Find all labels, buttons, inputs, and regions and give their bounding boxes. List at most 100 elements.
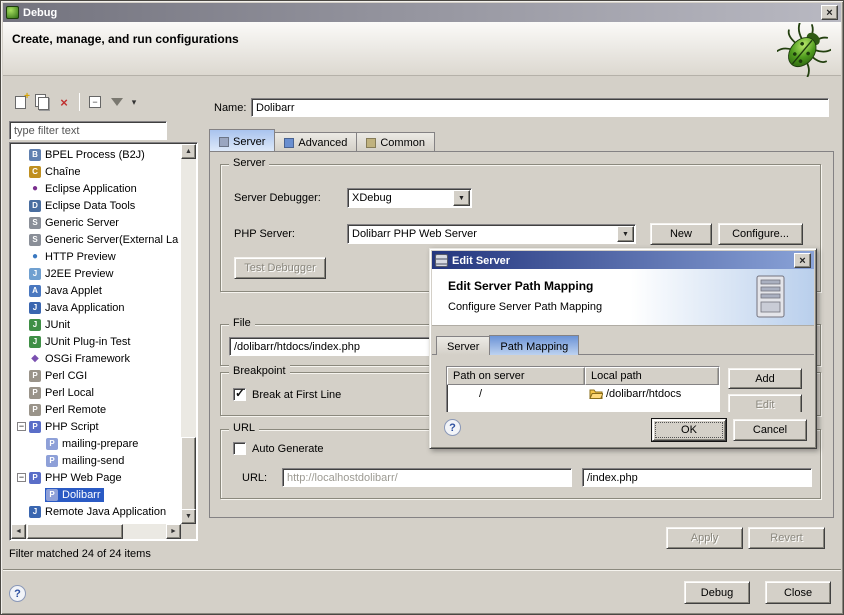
tree-item-http-preview[interactable]: ●HTTP Preview bbox=[12, 248, 181, 265]
dialog-titlebar[interactable]: Edit Server × bbox=[432, 251, 814, 270]
tree-item-label: Generic Server bbox=[45, 217, 119, 229]
scroll-up-icon[interactable]: ▲ bbox=[181, 144, 196, 159]
dialog-title: Edit Server bbox=[452, 255, 794, 267]
scrollbar-corner bbox=[181, 524, 196, 539]
server-debugger-select[interactable]: XDebug ▼ bbox=[347, 188, 472, 208]
auto-generate-checkbox[interactable] bbox=[233, 442, 246, 455]
dialog-heading: Edit Server Path Mapping bbox=[448, 279, 593, 293]
chain-icon: C bbox=[29, 166, 41, 178]
tree-item-label: BPEL Process (B2J) bbox=[45, 149, 145, 161]
tree-item-remote-java-application[interactable]: JRemote Java Application bbox=[12, 503, 181, 520]
break-first-line-checkbox[interactable] bbox=[233, 388, 246, 401]
test-debugger-button[interactable]: Test Debugger bbox=[234, 257, 326, 279]
name-label: Name: bbox=[214, 102, 246, 114]
apply-button[interactable]: Apply bbox=[666, 527, 743, 549]
tree-item-osgi-framework[interactable]: ◆OSGi Framework bbox=[12, 350, 181, 367]
chevron-down-icon[interactable]: ▼ bbox=[453, 190, 470, 206]
tab-server[interactable]: Server bbox=[436, 336, 490, 355]
tree-item-bpel-process-b2j[interactable]: BBPEL Process (B2J) bbox=[12, 146, 181, 163]
filter-input[interactable] bbox=[9, 121, 167, 140]
scroll-left-icon[interactable]: ◄ bbox=[11, 524, 26, 539]
tree-item-java-applet[interactable]: AJava Applet bbox=[12, 282, 181, 299]
ok-button[interactable]: OK bbox=[652, 419, 726, 441]
tree-vertical-scrollbar[interactable]: ▲ ▼ bbox=[181, 144, 196, 524]
tree-item-perl-remote[interactable]: PPerl Remote bbox=[12, 401, 181, 418]
configure-server-button[interactable]: Configure... bbox=[718, 223, 803, 245]
funnel-glyph bbox=[111, 98, 123, 106]
tree-horizontal-scrollbar[interactable]: ◄ ► bbox=[11, 524, 181, 539]
tree-item-cha-ne[interactable]: CChaîne bbox=[12, 163, 181, 180]
php-server-label: PHP Server: bbox=[234, 228, 295, 240]
tree-item-label: Perl Local bbox=[45, 387, 94, 399]
tree-item-java-application[interactable]: JJava Application bbox=[12, 299, 181, 316]
perl-icon: P bbox=[29, 370, 41, 382]
add-mapping-button[interactable]: Add bbox=[728, 368, 802, 389]
close-icon[interactable]: × bbox=[821, 5, 838, 20]
path-mapping-table[interactable]: Path on server Local path / /dolibarr/ht… bbox=[446, 366, 720, 412]
tree-item-junit[interactable]: JJUnit bbox=[12, 316, 181, 333]
collapse-expander-icon[interactable]: − bbox=[17, 473, 26, 482]
tree-item-mailing-prepare[interactable]: Pmailing-prepare bbox=[12, 435, 181, 452]
scroll-down-icon[interactable]: ▼ bbox=[181, 509, 196, 524]
url-label: URL: bbox=[242, 472, 267, 484]
server-debugger-value: XDebug bbox=[352, 192, 392, 204]
php-file-icon: P bbox=[46, 489, 58, 501]
collapse-glyph: − bbox=[89, 96, 101, 108]
tab-common[interactable]: Common bbox=[356, 132, 435, 151]
config-tree: BBPEL Process (B2J)CChaîne●Eclipse Appli… bbox=[12, 145, 181, 524]
tree-item-perl-cgi[interactable]: PPerl CGI bbox=[12, 367, 181, 384]
duplicate-icon[interactable] bbox=[31, 91, 53, 113]
folder-icon bbox=[589, 388, 603, 400]
j2ee-preview-icon: J bbox=[29, 268, 41, 280]
table-row[interactable]: / /dolibarr/htdocs bbox=[447, 385, 719, 403]
help-icon[interactable]: ? bbox=[444, 419, 461, 436]
tab-server[interactable]: Server bbox=[209, 129, 275, 151]
dialog-banner: Create, manage, and run configurations bbox=[3, 22, 841, 76]
close-button[interactable]: Close bbox=[765, 581, 831, 604]
tree-item-label: J2EE Preview bbox=[45, 268, 113, 280]
generic-server-icon: S bbox=[29, 217, 41, 229]
tree-item-eclipse-application[interactable]: ●Eclipse Application bbox=[12, 180, 181, 197]
edit-mapping-button[interactable]: Edit bbox=[728, 394, 802, 412]
column-path-on-server[interactable]: Path on server bbox=[447, 367, 585, 385]
php-server-select[interactable]: Dolibarr PHP Web Server ▼ bbox=[347, 224, 636, 244]
tree-item-eclipse-data-tools[interactable]: DEclipse Data Tools bbox=[12, 197, 181, 214]
tab-advanced[interactable]: Advanced bbox=[274, 132, 357, 151]
url-path-input[interactable] bbox=[582, 468, 812, 487]
tab-path-mapping[interactable]: Path Mapping bbox=[489, 335, 579, 355]
help-icon[interactable]: ? bbox=[9, 585, 26, 602]
tree-item-php-script[interactable]: −PPHP Script bbox=[12, 418, 181, 435]
close-icon[interactable]: × bbox=[794, 253, 811, 268]
debug-button[interactable]: Debug bbox=[684, 581, 750, 604]
name-input[interactable] bbox=[251, 98, 829, 117]
cancel-button[interactable]: Cancel bbox=[733, 419, 807, 441]
tree-item-perl-local[interactable]: PPerl Local bbox=[12, 384, 181, 401]
tree-item-junit-plug-in-test[interactable]: JJUnit Plug-in Test bbox=[12, 333, 181, 350]
tree-item-php-web-page[interactable]: −PPHP Web Page bbox=[12, 469, 181, 486]
vertical-scrollbar-thumb[interactable] bbox=[181, 437, 196, 511]
horizontal-scrollbar-thumb[interactable] bbox=[27, 524, 123, 539]
tree-item-mailing-send[interactable]: Pmailing-send bbox=[12, 452, 181, 469]
tree-item-generic-server-external-la[interactable]: SGeneric Server(External La bbox=[12, 231, 181, 248]
tab-label: Common bbox=[380, 137, 425, 149]
menu-arrow-icon[interactable]: ▾ bbox=[128, 91, 140, 113]
breakpoint-group-legend: Breakpoint bbox=[229, 365, 290, 377]
tree-item-label: Java Application bbox=[45, 302, 125, 314]
scroll-right-icon[interactable]: ► bbox=[166, 524, 181, 539]
filter-icon[interactable] bbox=[106, 91, 128, 113]
column-local-path[interactable]: Local path bbox=[585, 367, 719, 385]
tree-item-dolibarr[interactable]: PDolibarr bbox=[12, 486, 181, 503]
chevron-down-icon[interactable]: ▼ bbox=[617, 226, 634, 242]
window-titlebar[interactable]: Debug × bbox=[3, 3, 841, 22]
delete-icon[interactable]: × bbox=[53, 91, 75, 113]
collapse-all-icon[interactable]: − bbox=[84, 91, 106, 113]
chevron-down-icon: ▾ bbox=[132, 97, 137, 108]
revert-button[interactable]: Revert bbox=[748, 527, 825, 549]
new-server-button[interactable]: New bbox=[650, 223, 712, 245]
tree-item-j2ee-preview[interactable]: J J2EE Preview bbox=[12, 265, 181, 282]
eclipse-data-tools-icon: D bbox=[29, 200, 41, 212]
tab-label: Path Mapping bbox=[500, 341, 568, 353]
collapse-expander-icon[interactable]: − bbox=[17, 422, 26, 431]
new-configuration-icon[interactable]: + bbox=[9, 91, 31, 113]
tree-item-generic-server[interactable]: S Generic Server bbox=[12, 214, 181, 231]
